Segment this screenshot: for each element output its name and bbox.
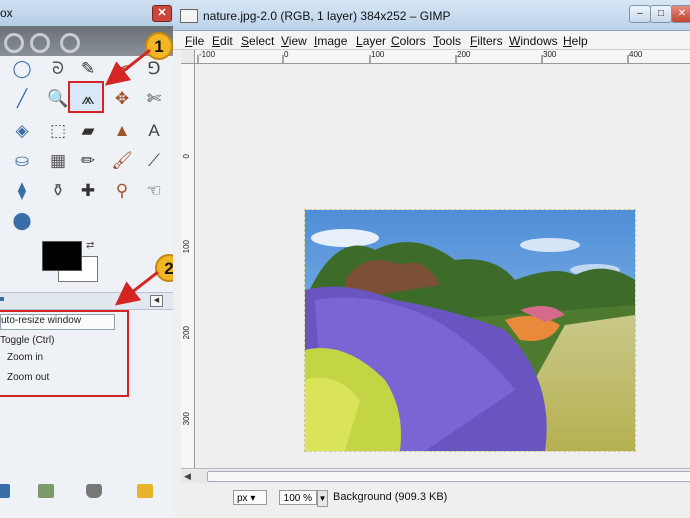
menu-windows[interactable]: Windows	[509, 34, 558, 48]
nature-photo-illustration	[305, 210, 635, 451]
menu-label-rest: mage	[317, 34, 348, 48]
arrow-to-tool-options	[114, 270, 159, 306]
scrollbar-thumb[interactable]	[207, 471, 690, 482]
menu-edit[interactable]: Edit	[212, 34, 233, 48]
menu-label-rest: ayer	[362, 34, 387, 48]
ruler-h-label: 300	[543, 50, 557, 59]
menu-label-rest: indows	[520, 34, 558, 48]
menu-mnemonic: S	[241, 34, 250, 48]
minimize-button[interactable]: –	[629, 5, 651, 23]
vertical-ruler[interactable]: 0 100 200 300	[181, 64, 195, 468]
ruler-h-label: -100	[199, 50, 216, 59]
units-value: px	[237, 493, 248, 504]
menu-label-rest: elp	[571, 34, 588, 48]
app-icon	[180, 9, 198, 23]
ruler-v-label: 300	[182, 412, 191, 426]
ruler-corner[interactable]	[181, 50, 195, 64]
menu-mnemonic: H	[563, 34, 572, 48]
menu-label-rest: ools	[439, 34, 462, 48]
menu-image[interactable]: Image	[314, 34, 347, 48]
maximize-button[interactable]: □	[650, 5, 672, 23]
ruler-h-label: 100	[371, 50, 385, 59]
menu-mnemonic: E	[212, 34, 221, 48]
nature-photo[interactable]	[304, 209, 636, 452]
menu-filters[interactable]: Filters	[470, 34, 503, 48]
ruler-v-label: 100	[182, 240, 191, 254]
menu-label-rest: ile	[192, 34, 205, 48]
menu-label-rest: iew	[288, 34, 307, 48]
ruler-h-label: 200	[457, 50, 471, 59]
menu-colors[interactable]: Colors	[391, 34, 426, 48]
window-title: nature.jpg-2.0 (RGB, 1 layer) 384x252 – …	[203, 9, 451, 23]
image-window: nature.jpg-2.0 (RGB, 1 layer) 384x252 – …	[173, 0, 690, 518]
status-message: Background (909.3 KB)	[333, 491, 448, 503]
image-canvas-area[interactable]	[195, 64, 690, 468]
ruler-v-label: 0	[182, 154, 191, 159]
arrow-to-zoom-tool	[104, 48, 151, 86]
close-button[interactable]: ✕	[671, 5, 690, 23]
horizontal-scrollbar[interactable]: ◀	[181, 468, 690, 483]
menu-mnemonic: L	[356, 34, 363, 48]
menu-label-rest: olors	[399, 34, 426, 48]
horizontal-ruler[interactable]: -100 0 100 200 300 400	[195, 50, 690, 64]
menubar: File Edit Select View Image Layer Colors Tools F…	[173, 31, 690, 50]
menu-view[interactable]: View	[281, 34, 307, 48]
horizontal-ruler-ticks	[197, 55, 629, 63]
zoom-level-input[interactable]: 100 %	[279, 490, 317, 505]
menu-help[interactable]: Help	[563, 34, 588, 48]
menu-mnemonic: C	[391, 34, 400, 48]
menu-layer[interactable]: Layer	[356, 34, 386, 48]
zoom-dropdown-arrow-icon[interactable]: ▼	[317, 490, 328, 507]
menu-file[interactable]: File	[185, 34, 204, 48]
chevron-down-icon: ▾	[247, 493, 256, 504]
menu-label-rest: dit	[220, 34, 233, 48]
menu-mnemonic: W	[509, 34, 521, 48]
ruler-h-label: 400	[629, 50, 643, 59]
menu-mnemonic: V	[281, 34, 289, 48]
units-dropdown[interactable]: px ▾	[233, 490, 267, 505]
menu-label-rest: ilters	[477, 34, 503, 48]
menu-tools[interactable]: Tools	[433, 34, 461, 48]
menu-label-rest: elect	[249, 34, 275, 48]
ruler-v-label: 200	[182, 326, 191, 340]
ruler-h-label: 0	[284, 50, 289, 59]
image-window-titlebar: nature.jpg-2.0 (RGB, 1 layer) 384x252 – …	[173, 0, 690, 31]
status-bar: px ▾ 100 % ▼ Background (909.3 KB)	[173, 483, 690, 518]
scroll-left-icon[interactable]: ◀	[184, 471, 191, 482]
menu-select[interactable]: Select	[241, 34, 274, 48]
